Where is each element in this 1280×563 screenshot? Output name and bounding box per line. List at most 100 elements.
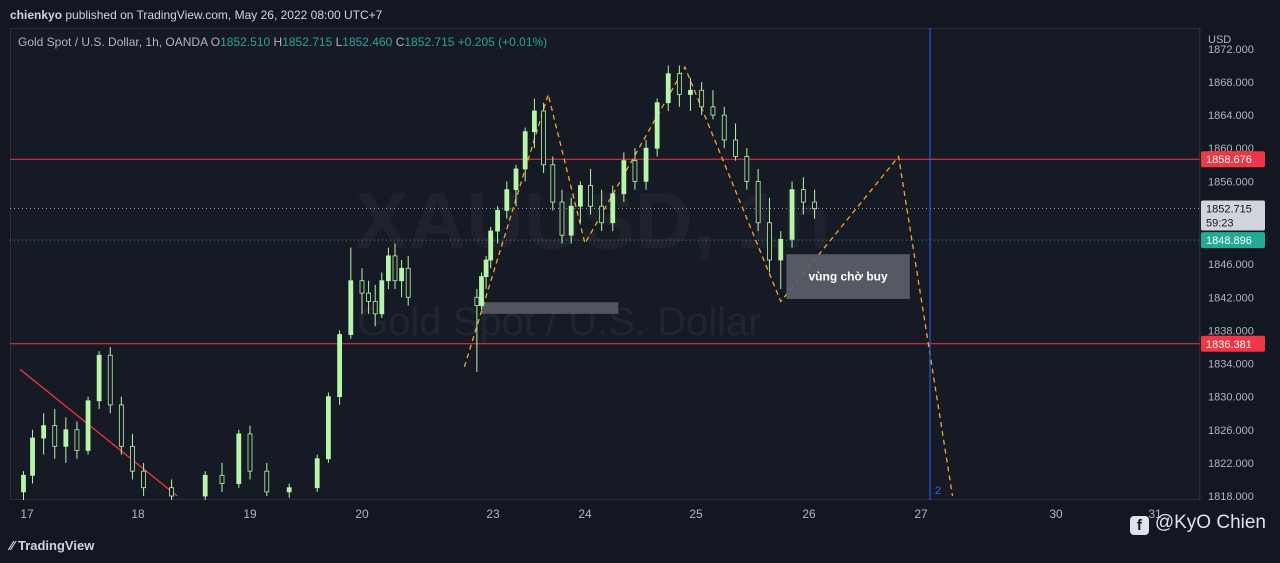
price-label-text-2: 1848.896: [1206, 235, 1252, 247]
candle-body-38: [522, 131, 528, 170]
candle-body-58: [733, 139, 738, 157]
candle-body-26: [379, 280, 385, 315]
price-tick-10: 1826.000: [1208, 425, 1254, 437]
candle-body-41: [550, 164, 556, 203]
time-tick-1: 18: [131, 507, 145, 521]
candle-body-12: [169, 487, 175, 497]
candle-body-35: [495, 209, 501, 232]
author-credit: f @KyO Chien: [1129, 512, 1266, 535]
time-tick-8: 27: [914, 507, 928, 521]
time-tick-6: 25: [689, 507, 703, 521]
candle-body-23: [359, 280, 365, 294]
candle-body-31: [474, 296, 480, 306]
candle-body-18: [286, 487, 292, 493]
symbol-legend[interactable]: Gold Spot / U.S. Dollar, 1h, OANDA O 1852…: [18, 35, 547, 49]
vertical-marker-label: 2: [935, 485, 941, 497]
price-tick-8: 1834.000: [1208, 359, 1254, 371]
candlestick-chart[interactable]: XAUUSD, 1hGold Spot / U.S. Dollar 2vùng …: [0, 0, 1280, 530]
candle-body-44: [578, 185, 583, 207]
credit-text: @KyO Chien: [1154, 512, 1266, 533]
candle-body-7: [96, 354, 102, 402]
time-tick-0: 17: [20, 507, 34, 521]
open-label: O: [210, 35, 221, 49]
price-tick-4: 1856.000: [1208, 176, 1254, 188]
candle-body-46: [599, 205, 605, 224]
price-tick-7: 1838.000: [1208, 325, 1254, 337]
time-tick-7: 26: [802, 507, 816, 521]
time-tick-4: 23: [486, 507, 500, 521]
candle-body-61: [767, 222, 772, 261]
candle-body-57: [721, 114, 727, 141]
candle-body-11: [141, 470, 147, 489]
candle-body-36: [504, 189, 510, 211]
candle-body-37: [513, 168, 519, 191]
candle-body-20: [325, 396, 331, 460]
time-axis-bg: [10, 500, 1200, 528]
tv-logo-icon: ⁄⁄: [10, 538, 18, 553]
candle-body-21: [337, 334, 343, 398]
candle-body-0: [21, 474, 26, 493]
candle-body-63: [789, 189, 795, 240]
price-axis[interactable]: 1872.0001868.0001864.0001860.0001856.000…: [1199, 28, 1280, 503]
candle-body-29: [399, 267, 405, 282]
high-value: 1852.715: [282, 35, 333, 49]
price-label-text-3: 1836.381: [1206, 339, 1252, 351]
price-tick-1: 1868.000: [1208, 77, 1254, 89]
candle-body-28: [392, 255, 398, 282]
candle-body-60: [755, 180, 761, 224]
footer-bar: [0, 530, 1280, 563]
candle-body-1: [30, 437, 35, 476]
candle-body-8: [107, 354, 113, 406]
currency-label[interactable]: USD: [1208, 34, 1231, 46]
time-tick-5: 24: [578, 507, 592, 521]
time-tick-2: 19: [243, 507, 257, 521]
candle-body-59: [744, 156, 750, 182]
candle-body-25: [372, 301, 378, 315]
candle-body-39: [532, 110, 537, 133]
candles: [21, 65, 817, 500]
price-label-text-1: 1852.715: [1206, 204, 1252, 216]
candle-body-6: [85, 400, 91, 451]
candle-body-22: [348, 280, 354, 335]
annotation-text: vùng chờ buy: [808, 270, 888, 284]
candle-body-32: [479, 276, 484, 306]
candle-body-45: [588, 185, 593, 207]
candle-body-33: [483, 259, 489, 277]
candle-body-30: [405, 267, 411, 298]
price-tick-11: 1822.000: [1208, 458, 1254, 470]
facebook-icon: f: [1129, 516, 1149, 535]
candle-body-2: [41, 425, 47, 439]
candle-body-13: [202, 474, 208, 497]
price-tick-2: 1864.000: [1208, 110, 1254, 122]
change-value: +0.205 (+0.01%): [457, 35, 548, 49]
candle-body-65: [812, 201, 817, 210]
candle-body-34: [488, 230, 494, 261]
candle-body-47: [610, 193, 616, 224]
candle-body-62: [778, 238, 784, 261]
candle-body-51: [654, 102, 660, 149]
price-tick-9: 1830.000: [1208, 392, 1254, 404]
price-label-sub-1: 59:23: [1206, 218, 1234, 230]
candle-body-40: [541, 110, 546, 166]
time-axis[interactable]: 17 18 19 20 23 24 25 26 27 30 31: [10, 500, 1200, 528]
time-tick-9: 30: [1049, 507, 1063, 521]
candle-body-19: [314, 458, 320, 489]
candle-body-17: [264, 470, 270, 493]
candle-body-5: [74, 429, 80, 451]
price-tick-5: 1846.000: [1208, 259, 1254, 271]
symbol-name[interactable]: Gold Spot / U.S. Dollar, 1h, OANDA: [18, 35, 207, 49]
candle-body-54: [688, 89, 693, 95]
candle-body-42: [559, 201, 565, 236]
candle-body-15: [236, 433, 242, 484]
tradingview-logo[interactable]: ⁄⁄ TradingView: [10, 538, 94, 553]
price-tick-6: 1842.000: [1208, 292, 1254, 304]
time-tick-3: 20: [355, 507, 369, 521]
tv-brand-text: TradingView: [17, 538, 95, 553]
price-label-text-0: 1858.676: [1206, 154, 1252, 166]
candle-body-53: [676, 73, 682, 95]
candle-body-43: [568, 205, 574, 236]
candle-body-50: [643, 147, 649, 182]
buy-zone-rect: [481, 302, 619, 314]
candle-body-4: [63, 429, 69, 447]
low-value: 1852.460: [342, 35, 393, 49]
